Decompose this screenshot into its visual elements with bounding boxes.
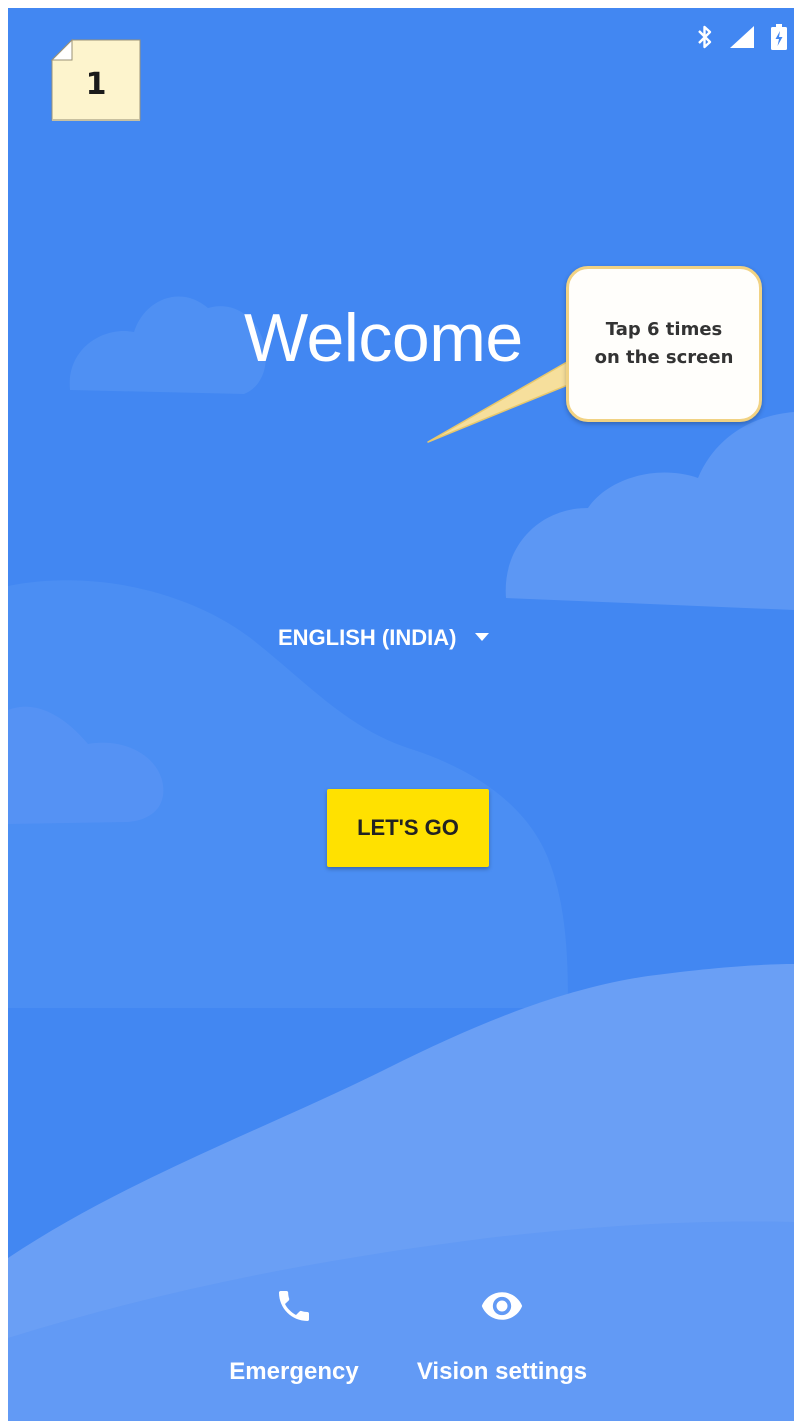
callout-line-1: Tap 6 times: [605, 319, 723, 341]
phone-icon: [274, 1286, 314, 1331]
emergency-label: Emergency: [229, 1358, 359, 1385]
instruction-callout: Tap 6 times on the screen: [566, 266, 762, 422]
status-bar: [696, 22, 788, 52]
emergency-button[interactable]: Emergency: [220, 1278, 368, 1386]
step-number: 1: [85, 66, 107, 102]
cloud-right-middle: [505, 412, 794, 610]
eye-icon: [480, 1284, 524, 1333]
lets-go-button[interactable]: LET'S GO: [327, 789, 489, 867]
background-clouds: [8, 296, 794, 1421]
callout-line-2: on the screen: [594, 347, 734, 368]
dropdown-arrow-icon: [474, 629, 490, 647]
vision-settings-button[interactable]: Vision settings: [404, 1278, 600, 1386]
setup-welcome-screen[interactable]: 1 Welcome Tap 6 times on the screen ENGL…: [8, 8, 794, 1421]
bluetooth-icon: [696, 24, 714, 50]
welcome-title: Welcome: [244, 300, 523, 376]
language-label: ENGLISH (INDIA): [278, 625, 457, 650]
battery-charging-icon: [770, 23, 788, 51]
language-selector[interactable]: ENGLISH (INDIA): [278, 620, 490, 656]
cellular-signal-icon: [728, 24, 756, 50]
vision-settings-label: Vision settings: [416, 1358, 588, 1385]
cloud-top-left: [69, 296, 266, 394]
step-number-note: 1: [50, 38, 142, 122]
